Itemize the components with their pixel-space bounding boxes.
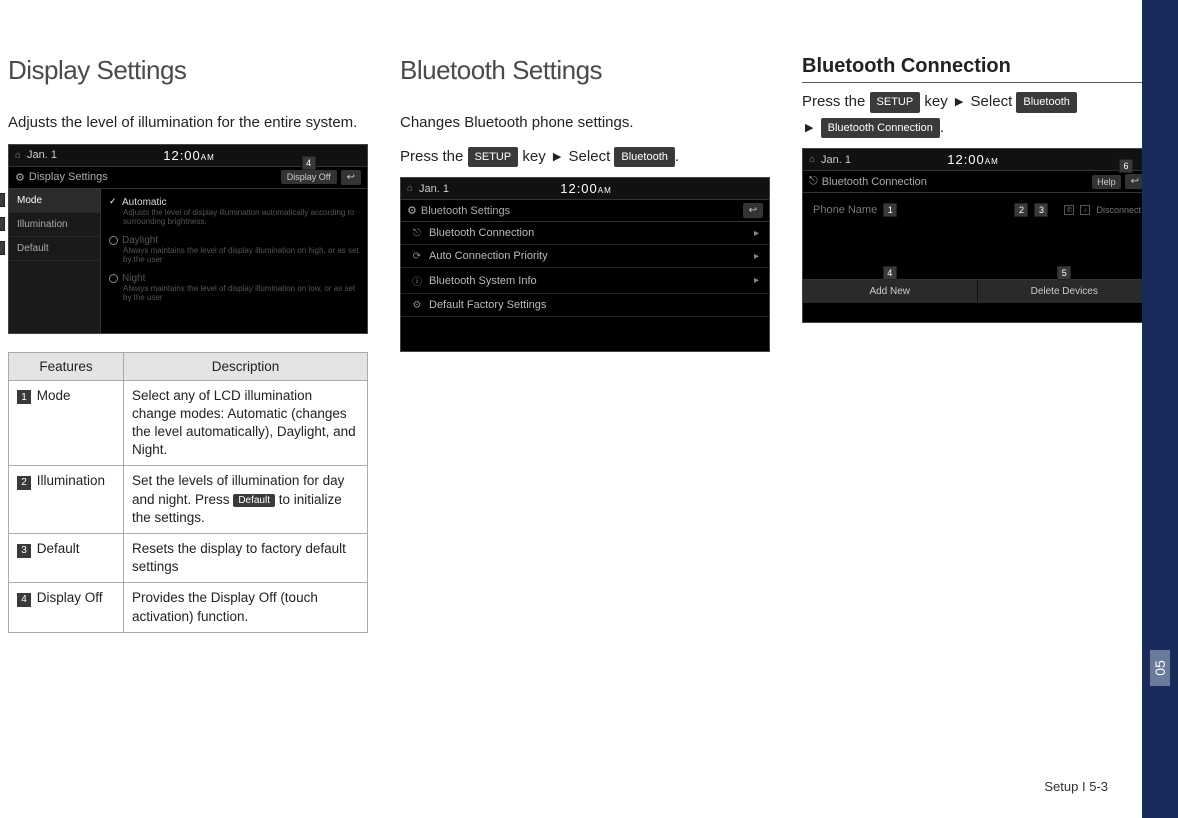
screenshot-bluetooth-settings: ⌂ Jan. 1 12:00AM ⚙ Bluetooth Settings ↩ … — [400, 177, 770, 352]
music-icon: ♪ — [1080, 205, 1090, 215]
add-new-button[interactable]: 4 Add New — [803, 280, 978, 303]
list-item[interactable]: ⎋Bluetooth Connection▸ — [401, 222, 769, 245]
table-row: 4 Display Off Provides the Display Off (… — [9, 583, 368, 632]
page-footer: Setup I 5-3 — [1044, 779, 1108, 794]
screenshot-display-settings: ⌂ Jan. 1 12:00AM ⚙ Display Settings 4 Di… — [8, 144, 368, 334]
sidebar-item-illumination[interactable]: 2 Illumination — [9, 213, 100, 237]
callout-5: 5 — [1057, 266, 1071, 280]
chevron-right-icon: ▸ — [754, 251, 759, 262]
option-automatic[interactable]: Automatic Adjusts the level of display i… — [109, 193, 359, 231]
heading-display-settings: Display Settings — [8, 55, 368, 86]
list-item[interactable]: ⚙Default Factory Settings — [401, 294, 769, 317]
sidebar-item-default[interactable]: 3 Default — [9, 237, 100, 261]
home-icon: ⌂ — [809, 154, 815, 165]
triangle-icon: ▶ — [802, 122, 816, 134]
shot-date: Jan. 1 — [821, 154, 851, 166]
check-icon — [109, 198, 118, 207]
option-daylight[interactable]: Daylight Always maintains the level of d… — [109, 231, 359, 269]
bt-icon: ⎋ — [809, 175, 818, 188]
home-icon: ⌂ — [15, 150, 21, 161]
features-table: Features Description 1 Mode Select any o… — [8, 352, 368, 633]
back-icon[interactable]: ↩ — [341, 170, 361, 185]
disconnect-button[interactable]: Disconnect — [1096, 205, 1141, 215]
chevron-right-icon: ▸ — [754, 228, 759, 239]
screenshot-bluetooth-connection: ⌂ Jan. 1 12:00AM 6 ⎋ Bluetooth Connectio… — [802, 148, 1152, 323]
chapter-number: 05 — [1150, 650, 1170, 686]
option-night[interactable]: Night Always maintains the level of disp… — [109, 269, 359, 307]
bt-icon: ⎋ — [411, 228, 423, 239]
table-row: 2 Illumination Set the levels of illumin… — [9, 466, 368, 534]
chevron-right-icon: ▸ — [754, 275, 759, 286]
bc-press-line: Press the SETUP key ▶ Select Bluetooth ▶… — [802, 89, 1152, 140]
radio-icon — [109, 236, 118, 245]
gear-icon: ⚙ — [407, 204, 417, 217]
callout-2: 2 — [1014, 203, 1028, 217]
default-pill: Default — [233, 494, 275, 508]
back-icon[interactable]: ↩ — [743, 203, 763, 218]
bluetooth-press-line: Press the SETUP key ▶ Select Bluetooth. — [400, 144, 770, 170]
table-row: 3 Default Resets the display to factory … — [9, 534, 368, 583]
list-item[interactable]: ⟳Auto Connection Priority▸ — [401, 245, 769, 268]
phone-row[interactable]: Phone Name 1 2 3 ✆ ♪ Disconnect — [809, 199, 1145, 221]
phone-icon: ✆ — [1064, 205, 1074, 215]
intro-display: Adjusts the level of illumination for th… — [8, 110, 368, 136]
callout-1: 1 — [883, 203, 897, 217]
intro-bluetooth: Changes Bluetooth phone settings. — [400, 110, 770, 136]
gear-icon: ⚙ — [15, 171, 25, 184]
heading-bluetooth-connection: Bluetooth Connection — [802, 55, 1152, 83]
display-off-button[interactable]: 4 Display Off — [281, 170, 337, 184]
th-features: Features — [9, 352, 124, 380]
setup-pill: SETUP — [870, 92, 921, 113]
shot-time: 12:00 — [163, 148, 201, 163]
home-icon: ⌂ — [407, 183, 413, 194]
triangle-icon: ▶ — [952, 96, 966, 108]
help-button[interactable]: Help — [1092, 175, 1121, 189]
gear-icon: ⚙ — [411, 300, 423, 311]
setup-pill: SETUP — [468, 147, 519, 168]
list-item[interactable]: ⓘBluetooth System Info▸ — [401, 268, 769, 294]
callout-3: 3 — [0, 241, 5, 255]
bluetooth-pill: Bluetooth — [614, 147, 674, 168]
delete-devices-button[interactable]: 5 Delete Devices — [978, 280, 1152, 303]
shot-date: Jan. 1 — [27, 149, 57, 161]
shot-ampm: AM — [201, 153, 215, 162]
display-mode-list: 1 Mode 2 Illumination 3 Default — [9, 189, 101, 333]
phone-name-label: Phone Name — [813, 204, 877, 216]
callout-4: 4 — [883, 266, 897, 280]
priority-icon: ⟳ — [411, 251, 423, 262]
triangle-icon: ▶ — [550, 151, 564, 163]
callout-6: 6 — [1119, 159, 1133, 173]
column-display-settings: Display Settings Adjusts the level of il… — [8, 55, 368, 633]
table-row: 1 Mode Select any of LCD illumination ch… — [9, 380, 368, 466]
column-bluetooth-connection: Bluetooth Connection Press the SETUP key… — [802, 55, 1152, 633]
callout-1: 1 — [0, 193, 5, 207]
callout-3: 3 — [1034, 203, 1048, 217]
th-description: Description — [124, 352, 368, 380]
callout-4: 4 — [302, 156, 316, 170]
shot-title: Display Settings — [29, 171, 108, 183]
info-icon: ⓘ — [411, 273, 423, 288]
callout-2: 2 — [0, 217, 5, 231]
bluetooth-connection-pill: Bluetooth Connection — [821, 118, 940, 139]
sidebar-item-mode[interactable]: 1 Mode — [9, 189, 100, 213]
shot-date: Jan. 1 — [419, 183, 449, 195]
bluetooth-pill: Bluetooth — [1016, 92, 1076, 113]
radio-icon — [109, 274, 118, 283]
column-bluetooth-settings: Bluetooth Settings Changes Bluetooth pho… — [400, 55, 770, 633]
heading-bluetooth-settings: Bluetooth Settings — [400, 55, 770, 86]
chapter-tab: 05 — [1142, 0, 1178, 818]
